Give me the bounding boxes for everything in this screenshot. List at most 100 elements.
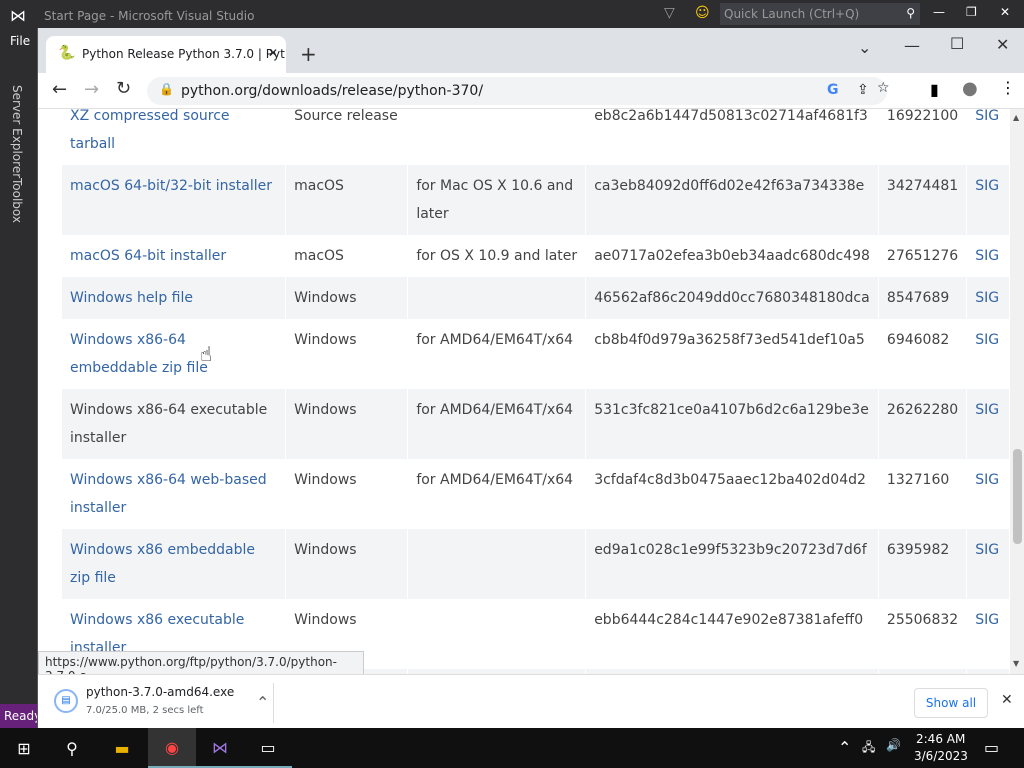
download-divider (273, 683, 274, 723)
visual-studio-icon: ⋈ (10, 6, 26, 25)
download-bar-close-icon[interactable]: ✕ (1001, 692, 1013, 708)
profile-avatar-icon[interactable]: ● (962, 78, 978, 99)
file-link[interactable]: macOS 64-bit/32-bit installer (70, 178, 272, 194)
start-button[interactable]: ⊞ (0, 728, 48, 768)
search-button[interactable]: ⚲ (48, 728, 96, 768)
search-icon: ⚲ (906, 6, 915, 20)
md5-cell: ebb6444c284c1447e902e87381afeff0 (594, 612, 864, 628)
download-item[interactable]: ▤ python-3.7.0-amd64.exe 7.0/25.0 MB, 2 … (50, 683, 280, 723)
url-text: python.org/downloads/release/python-370/ (181, 83, 484, 99)
size-cell: 6946082 (886, 332, 950, 348)
page-scrollbar[interactable]: ▲ ▼ (1010, 109, 1024, 674)
bookmark-star-icon[interactable]: ☆ (877, 80, 890, 96)
google-icon[interactable]: G (827, 82, 839, 98)
scroll-up-icon[interactable]: ▲ (1013, 113, 1019, 122)
chrome-minimize-button[interactable]: — (904, 36, 920, 55)
visual-studio-taskbar-button[interactable]: ⋈ (196, 728, 244, 768)
table-row: XZ compressed source tarball Source relea… (62, 109, 1010, 165)
md5-cell: eb8c2a6b1447d50813c02714af4681f3 (594, 109, 868, 124)
toolbox-tab[interactable]: Toolbox (10, 178, 24, 223)
volume-icon[interactable]: 🔊 (886, 738, 901, 752)
chrome-close-button[interactable]: ✕ (996, 35, 1009, 54)
file-link[interactable]: XZ compressed source tarball (70, 109, 230, 152)
terminal-taskbar-button[interactable]: ▭ (244, 728, 292, 768)
description-cell: for AMD64/EM64T/x64 (416, 332, 574, 348)
size-cell: 16922100 (886, 109, 959, 124)
os-cell: Windows (294, 612, 357, 628)
file-link[interactable]: Windows help file (70, 290, 193, 306)
notification-icon[interactable]: ▭ (984, 738, 999, 757)
server-explorer-tab[interactable]: Server Explorer (10, 85, 24, 178)
menu-file[interactable]: File (10, 34, 30, 48)
os-cell: Windows (294, 332, 357, 348)
file-link[interactable]: Windows x86 executable installer (70, 612, 244, 656)
sig-link[interactable]: SIG (975, 109, 999, 124)
page-content: XZ compressed source tarball Source relea… (38, 109, 1010, 674)
file-link[interactable]: macOS 64-bit installer (70, 248, 226, 264)
sig-link[interactable]: SIG (975, 290, 999, 306)
sig-link[interactable]: SIG (975, 612, 999, 628)
vs-close-button[interactable]: ✕ (1000, 5, 1010, 19)
sig-link[interactable]: SIG (975, 402, 999, 418)
sig-link[interactable]: SIG (975, 472, 999, 488)
os-cell: Windows (294, 542, 357, 558)
table-row: macOS 64-bit/32-bit installer macOS for Ma… (62, 165, 1010, 235)
download-filename: python-3.7.0-amd64.exe (86, 685, 235, 699)
address-bar[interactable]: 🔒 python.org/downloads/release/python-37… (147, 77, 890, 105)
vs-status-bar: Ready (0, 704, 41, 728)
md5-cell: ca3eb84092d0ff6d02e42f63a734338e (594, 178, 865, 194)
vs-restore-button[interactable]: ❐ (966, 5, 977, 19)
tray-chevron-up-icon[interactable]: ⌃ (838, 738, 851, 757)
forward-arrow-icon[interactable]: → (84, 79, 99, 100)
vs-left-rail: File Server Explorer Toolbox (0, 30, 37, 730)
clock-date[interactable]: 3/6/2023 (914, 749, 968, 763)
vs-minimize-button[interactable]: — (933, 5, 945, 19)
back-arrow-icon[interactable]: ← (52, 79, 67, 100)
file-explorer-button[interactable]: ▬ (98, 728, 146, 768)
sig-link[interactable]: SIG (975, 248, 999, 264)
table-row: macOS 64-bit installer macOS for OS X 10.9… (62, 235, 1010, 277)
md5-cell: ed9a1c028c1e99f5323b9c20723d7d6f (594, 542, 867, 558)
tab-strip: 🐍 Python Release Python 3.7.0 | Pyt ✕ + … (38, 28, 1024, 73)
size-cell: 25506832 (886, 612, 959, 628)
chrome-menu-icon[interactable]: ⋮ (1000, 78, 1016, 97)
scroll-down-icon[interactable]: ▼ (1013, 659, 1019, 668)
os-cell: macOS (294, 248, 344, 264)
feedback-smiley-icon[interactable]: ☺ (695, 5, 710, 21)
table-row: Windows help file Windows 46562af86c2049dd… (62, 277, 1010, 319)
lock-icon[interactable]: 🔒 (159, 82, 174, 96)
chrome-taskbar-button[interactable]: ◉ (148, 728, 196, 768)
scrollbar-thumb[interactable] (1013, 449, 1022, 544)
chrome-maximize-button[interactable]: ☐ (950, 34, 964, 53)
network-icon[interactable]: 🖧 (862, 738, 875, 759)
python-favicon-icon: 🐍 (58, 45, 76, 61)
file-link[interactable]: Windows x86 embeddable zip file (70, 542, 255, 586)
sig-link[interactable]: SIG (975, 332, 999, 348)
clock-time[interactable]: 2:46 AM (916, 732, 965, 746)
md5-cell: 531c3fc821ce0a4107b6d2c6a129be3e (594, 402, 869, 418)
reload-icon[interactable]: ↻ (116, 78, 131, 99)
tab-python-release[interactable]: 🐍 Python Release Python 3.7.0 | Pyt ✕ (46, 36, 286, 73)
download-chevron-up-icon[interactable]: ⌃ (256, 693, 269, 712)
tab-close-icon[interactable]: ✕ (268, 46, 278, 60)
filter-icon[interactable]: ▽ (664, 5, 675, 21)
link-status-bubble: https://www.python.org/ftp/python/3.7.0/… (38, 651, 364, 683)
share-icon[interactable]: ⇪ (857, 82, 869, 98)
tab-search-chevron-icon[interactable]: ⌄ (858, 38, 871, 57)
quick-launch-input[interactable]: Quick Launch (Ctrl+Q) ⚲ (720, 3, 920, 25)
vs-title-bar: ⋈ Start Page - Microsoft Visual Studio ▽… (0, 0, 1024, 30)
md5-cell: 46562af86c2049dd0cc7680348180dca (594, 290, 870, 306)
md5-cell: ae0717a02efea3b0eb34aadc680dc498 (594, 248, 870, 264)
show-all-button[interactable]: Show all (914, 688, 988, 718)
sig-link[interactable]: SIG (975, 178, 999, 194)
os-cell: Windows (294, 402, 357, 418)
sig-link[interactable]: SIG (975, 542, 999, 558)
file-link[interactable]: Windows x86-64 embeddable zip file (70, 332, 208, 376)
file-link[interactable]: Windows x86-64 executable installer (70, 402, 267, 446)
side-panel-icon[interactable]: ▮ (930, 80, 939, 99)
new-tab-button[interactable]: + (300, 42, 317, 66)
md5-cell: 3cfdaf4c8d3b0475aaec12ba402d04d2 (594, 472, 866, 488)
file-link[interactable]: Windows x86-64 web-based installer (70, 472, 267, 516)
chrome-icon: ◉ (165, 737, 179, 757)
search-icon: ⚲ (66, 738, 78, 758)
